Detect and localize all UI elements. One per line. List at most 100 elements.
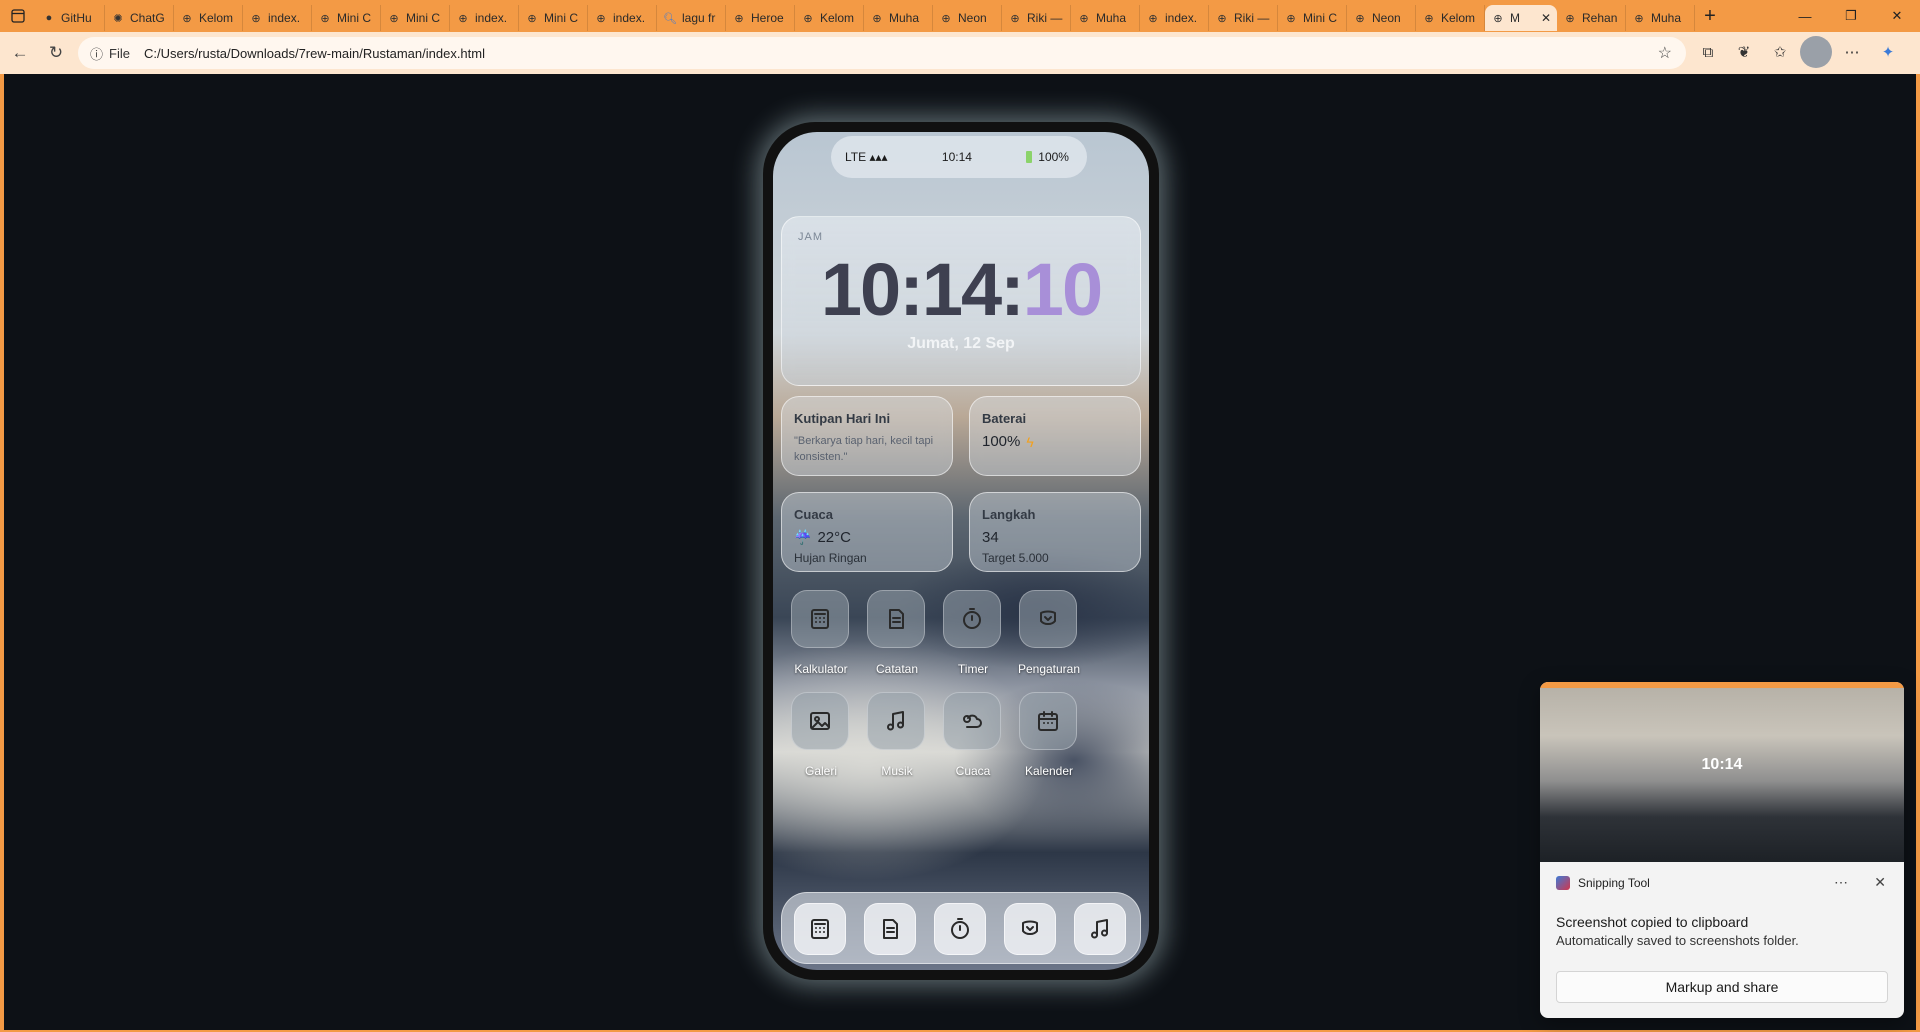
tab-title: Heroe xyxy=(751,11,784,25)
close-window-icon[interactable]: ✕ xyxy=(1874,0,1920,32)
minimize-icon[interactable]: — xyxy=(1782,0,1828,32)
toast-more-icon[interactable]: ⋯ xyxy=(1834,874,1848,891)
performance-icon[interactable]: ❦ xyxy=(1728,36,1760,68)
globe-icon: ⊕ xyxy=(1493,12,1503,25)
browser-tab[interactable]: ⊕ Mini C xyxy=(381,5,450,31)
quote-title: Kutipan Hari Ini xyxy=(794,411,891,426)
browser-tab[interactable]: ⊕ index. xyxy=(1140,5,1209,31)
timer-icon[interactable] xyxy=(934,903,986,955)
steps-target: Target 5.000 xyxy=(982,551,1049,565)
gallery-icon[interactable] xyxy=(791,692,849,750)
new-tab-button[interactable]: + xyxy=(1695,1,1725,31)
music-icon[interactable] xyxy=(867,692,925,750)
app-label: Pengaturan xyxy=(1017,662,1081,676)
profile-icon[interactable] xyxy=(1800,36,1832,68)
globe-icon: ⊕ xyxy=(389,12,399,25)
app-pengaturan[interactable]: Pengaturan xyxy=(1009,590,1089,690)
restore-icon[interactable]: ❐ xyxy=(1828,0,1874,32)
settings-icon[interactable] xyxy=(1004,903,1056,955)
clock-label: JAM xyxy=(798,231,823,243)
timer-icon[interactable] xyxy=(943,590,1001,648)
url-field[interactable]: ⓘ File C:/Users/rusta/Downloads/7rew-mai… xyxy=(78,37,1686,69)
tab-title: M xyxy=(1510,11,1520,25)
rain-cloud-icon: ☔ xyxy=(794,529,812,545)
close-tab-icon[interactable]: ✕ xyxy=(1541,11,1551,25)
thumbnail-time: 10:14 xyxy=(1701,756,1743,773)
browser-tab[interactable]: ⊕ Kelom xyxy=(174,5,243,31)
calculator-icon[interactable] xyxy=(794,903,846,955)
browser-tab[interactable]: ⊕ Muha xyxy=(1071,5,1140,31)
favorites-icon[interactable]: ✩ xyxy=(1764,36,1796,68)
tab-title: lagu fr xyxy=(682,11,716,25)
notes-icon[interactable] xyxy=(864,903,916,955)
refresh-icon[interactable]: ↻ xyxy=(38,35,74,71)
lightning-icon: ϟ xyxy=(1026,433,1034,450)
back-icon[interactable]: ← xyxy=(2,35,38,71)
browser-tab[interactable]: ⊕ index. xyxy=(450,5,519,31)
globe-icon: ⊕ xyxy=(458,12,468,25)
settings-icon[interactable] xyxy=(1019,590,1077,648)
steps-title: Langkah xyxy=(982,507,1036,522)
browser-tab[interactable]: ● GitHu xyxy=(36,5,105,31)
markup-and-share-button[interactable]: Markup and share xyxy=(1556,971,1888,1003)
browser-tab[interactable]: ⊕ Mini C xyxy=(1278,5,1347,31)
copilot-icon[interactable]: ✦ xyxy=(1872,36,1904,68)
toast-app-name: Snipping Tool xyxy=(1578,876,1650,890)
weather-icon[interactable] xyxy=(943,692,1001,750)
app-kalender[interactable]: Kalender xyxy=(1009,692,1089,792)
globe-icon: ⊕ xyxy=(1634,12,1644,25)
browser-tab[interactable]: ⊕ M ✕ xyxy=(1485,5,1557,31)
browser-tab[interactable]: ⊕ Kelom xyxy=(795,5,864,31)
notes-icon[interactable] xyxy=(867,590,925,648)
calculator-icon[interactable] xyxy=(791,590,849,648)
browser-tab[interactable]: ⊕ index. xyxy=(243,5,312,31)
weather-temp-row: ☔ 22°C xyxy=(794,529,851,546)
tab-title: ChatG xyxy=(130,11,165,25)
browser-tab[interactable]: ✺ ChatG xyxy=(105,5,174,31)
battery-percent: 100% xyxy=(1038,150,1069,164)
browser-tab[interactable]: ⊕ Riki — xyxy=(1002,5,1071,31)
steps-widget: Langkah 34 Target 5.000 xyxy=(969,492,1141,572)
browser-tab[interactable]: ⊕ Neon xyxy=(1347,5,1416,31)
browser-tab[interactable]: ⊕ Kelom xyxy=(1416,5,1485,31)
browser-tab[interactable]: ⊕ Heroe xyxy=(726,5,795,31)
url-text[interactable]: C:/Users/rusta/Downloads/7rew-main/Rusta… xyxy=(144,46,485,61)
battery-indicator: 100% xyxy=(1026,150,1069,164)
globe-icon: ⊕ xyxy=(803,12,813,25)
browser-tab[interactable]: ⊕ Rehan xyxy=(1557,5,1626,31)
tab-title: Mini C xyxy=(544,11,579,25)
browser-tab[interactable]: ⊕ Muha xyxy=(864,5,933,31)
browser-tab[interactable]: ⊕ Neon xyxy=(933,5,1002,31)
screenshot-thumbnail[interactable]: 10:14 xyxy=(1540,682,1904,862)
url-scheme: File xyxy=(109,45,130,61)
music-icon[interactable] xyxy=(1074,903,1126,955)
site-info-icon[interactable]: ⓘ xyxy=(90,44,103,63)
tab-title: Kelom xyxy=(199,11,234,25)
globe-icon: ⊕ xyxy=(1565,12,1575,25)
browser-tab[interactable]: ⊕ Riki — xyxy=(1209,5,1278,31)
calendar-icon[interactable] xyxy=(1019,692,1077,750)
clock-widget: JAM 10:14:10 Jumat, 12 Sep xyxy=(781,216,1141,386)
browser-tab[interactable]: ⊕ Mini C xyxy=(519,5,588,31)
tab-actions-icon[interactable] xyxy=(0,0,36,32)
quote-text: "Berkarya tiap hari, kecil tapi konsiste… xyxy=(794,435,934,463)
browser-tab[interactable]: ⊕ Muha xyxy=(1626,5,1695,31)
more-menu-icon[interactable]: ⋯ xyxy=(1836,36,1868,68)
toast-close-icon[interactable]: ✕ xyxy=(1874,874,1886,891)
app-label: Kalender xyxy=(1024,764,1074,778)
browser-tab[interactable]: ⊕ Mini C xyxy=(312,5,381,31)
globe-icon: ⊕ xyxy=(182,12,192,25)
snipping-tool-icon xyxy=(1556,876,1570,890)
tab-title: Rehan xyxy=(1582,11,1618,25)
favorite-star-icon[interactable]: ☆ xyxy=(1658,43,1672,63)
tab-title: GitHu xyxy=(61,11,92,25)
tab-bar: ● GitHu ✺ ChatG ⊕ Kelom ⊕ index. ⊕ Mini C ⊕ Mini C ⊕… xyxy=(0,0,1920,32)
phone-frame: LTE ▴▴▴ 10:14 100% JAM 10:14:10 Jumat, 1… xyxy=(763,122,1159,980)
extensions-icon[interactable]: ⧉ xyxy=(1692,36,1724,68)
tab-title: index. xyxy=(475,11,508,25)
search-icon: 🔍︎ xyxy=(663,12,677,25)
window-controls: — ❐ ✕ xyxy=(1782,0,1920,32)
browser-tab[interactable]: ⊕ index. xyxy=(588,5,657,31)
browser-tab[interactable]: 🔍︎ lagu fr xyxy=(657,5,726,31)
globe-icon: ⊕ xyxy=(251,12,261,25)
